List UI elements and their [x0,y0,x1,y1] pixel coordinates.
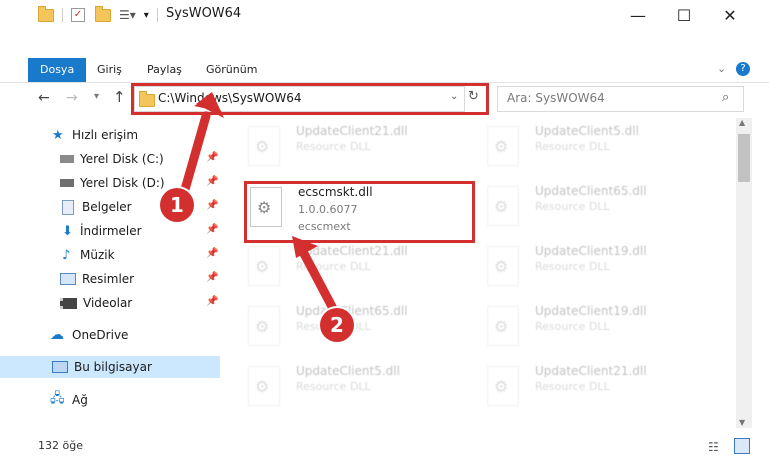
step-badge-1: 1 [160,188,194,222]
step-badge-2: 2 [320,308,354,342]
annotation-arrows [177,92,343,323]
